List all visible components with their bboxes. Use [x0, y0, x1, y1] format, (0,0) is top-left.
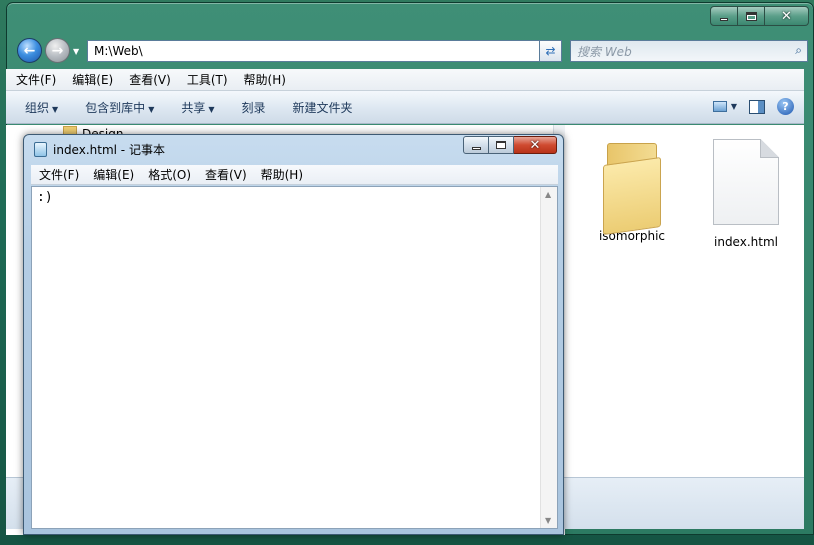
file-item-index-html[interactable]: index.html [700, 139, 792, 249]
notepad-caption-buttons: ✕ [463, 136, 557, 154]
minimize-icon [471, 146, 481, 150]
notepad-icon [34, 142, 47, 157]
search-placeholder: 搜索 Web [577, 44, 632, 59]
minimize-icon [720, 17, 728, 21]
navigation-bar: ← → ▼ M:\Web\ ⇄ 搜索 Web ⌕ [13, 36, 809, 66]
scroll-up-icon[interactable]: ▲ [545, 190, 551, 199]
folder-front-shape [603, 156, 661, 236]
refresh-icon: ⇄ [545, 44, 556, 58]
maximize-icon [745, 11, 757, 21]
explorer-caption-buttons: ✕ [710, 6, 809, 26]
share-label: 共享 [181, 100, 206, 115]
forward-arrow-icon: → [51, 42, 64, 59]
menu-edit[interactable]: 编辑(E) [72, 71, 113, 88]
close-button[interactable]: ✕ [514, 136, 557, 154]
toolbar-right-group: ▼ ? [712, 98, 794, 115]
document-icon [713, 139, 779, 225]
menu-view[interactable]: 查看(V) [129, 71, 171, 88]
chevron-down-icon: ▼ [52, 104, 59, 114]
organize-label: 组织 [25, 100, 50, 115]
address-bar[interactable]: M:\Web\ [87, 40, 540, 62]
include-in-library-button[interactable]: 包含到库中 ▼ [85, 99, 154, 116]
view-options-chevron-icon[interactable]: ▼ [731, 102, 737, 111]
notepad-title: index.html - 记事本 [53, 143, 165, 157]
refresh-button[interactable]: ⇄ [539, 40, 562, 62]
scroll-down-icon[interactable]: ▼ [545, 516, 551, 525]
menu-tools[interactable]: 工具(T) [187, 71, 228, 88]
folder-icon [599, 133, 665, 236]
new-folder-button[interactable]: 新建文件夹 [293, 99, 353, 116]
maximize-button[interactable] [738, 6, 765, 26]
menu-edit[interactable]: 编辑(E) [93, 166, 134, 183]
maximize-icon [496, 141, 506, 149]
menu-file[interactable]: 文件(F) [16, 71, 56, 88]
burn-button[interactable]: 刻录 [242, 99, 266, 116]
close-button[interactable]: ✕ [765, 6, 809, 26]
include-in-library-label: 包含到库中 [85, 100, 146, 115]
menu-help[interactable]: 帮助(H) [244, 71, 286, 88]
menu-format[interactable]: 格式(O) [148, 166, 191, 183]
file-label: isomorphic [598, 229, 666, 243]
file-label: index.html [714, 235, 778, 249]
close-icon: ✕ [781, 8, 792, 24]
share-button[interactable]: 共享 ▼ [181, 99, 214, 116]
explorer-menubar: 文件(F) 编辑(E) 查看(V) 工具(T) 帮助(H) [6, 69, 804, 91]
close-icon: ✕ [529, 137, 541, 153]
back-arrow-icon: ← [23, 42, 36, 59]
menu-help[interactable]: 帮助(H) [261, 166, 303, 183]
file-item-isomorphic[interactable]: isomorphic [586, 133, 678, 243]
maximize-button[interactable] [489, 136, 514, 154]
address-text: M:\Web\ [94, 44, 143, 58]
explorer-toolbar: 组织 ▼ 包含到库中 ▼ 共享 ▼ 刻录 新建文件夹 ▼ ? [6, 91, 804, 124]
organize-button[interactable]: 组织 ▼ [25, 99, 58, 116]
forward-button[interactable]: → [45, 38, 70, 63]
notepad-text-area[interactable]: :) ▲ ▼ [31, 186, 558, 529]
change-view-icon[interactable] [712, 101, 727, 112]
vertical-scrollbar[interactable]: ▲ ▼ [540, 187, 557, 528]
notepad-menubar: 文件(F) 编辑(E) 格式(O) 查看(V) 帮助(H) [31, 165, 558, 185]
notepad-titlebar: index.html - 记事本 [34, 141, 165, 158]
help-icon[interactable]: ? [777, 98, 794, 115]
notepad-content: :) [37, 190, 53, 205]
minimize-button[interactable] [710, 6, 738, 26]
search-icon[interactable]: ⌕ [795, 43, 802, 58]
preview-pane-icon[interactable] [749, 99, 765, 114]
chevron-down-icon: ▼ [148, 104, 155, 114]
recent-pages-dropdown-icon[interactable]: ▼ [73, 47, 79, 56]
notepad-window: index.html - 记事本 ✕ 文件(F) 编辑(E) 格式(O) 查看(… [23, 134, 564, 535]
chevron-down-icon: ▼ [208, 104, 215, 114]
minimize-button[interactable] [463, 136, 489, 154]
menu-view[interactable]: 查看(V) [205, 166, 247, 183]
back-button[interactable]: ← [17, 38, 42, 63]
search-input[interactable]: 搜索 Web ⌕ [570, 40, 808, 62]
menu-file[interactable]: 文件(F) [39, 166, 79, 183]
